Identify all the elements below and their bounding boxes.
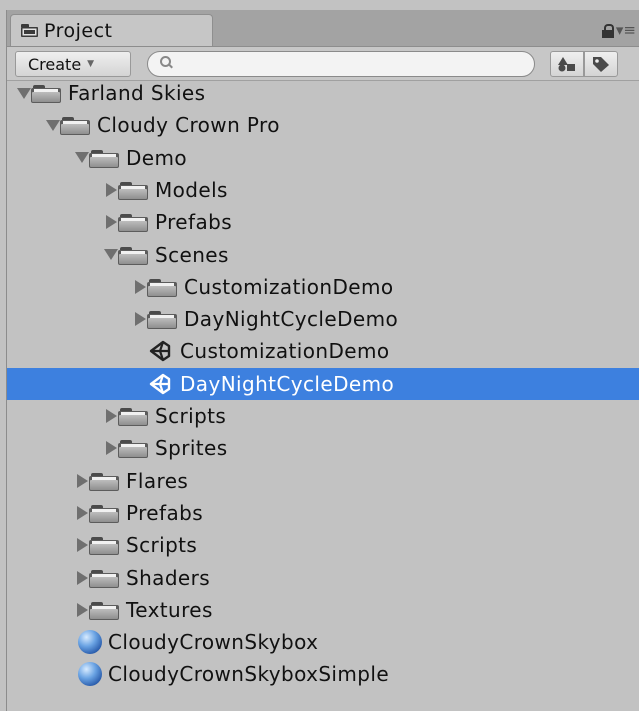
window-controls: ▾≡	[602, 18, 636, 42]
expanded-arrow-icon[interactable]	[16, 85, 32, 101]
tree-item-label: Prefabs	[155, 210, 233, 235]
tree-folder-item[interactable]: Demo	[7, 142, 639, 174]
window-menu-icon[interactable]: ▾≡	[616, 23, 636, 38]
search-icon	[160, 56, 171, 67]
folder-icon	[118, 244, 149, 266]
search-input[interactable]	[147, 51, 535, 77]
tree-item-label: CloudyCrownSkyboxSimple	[108, 662, 390, 687]
tree-item-label: Cloudy Crown Pro	[97, 113, 280, 138]
unity-scene-icon	[149, 341, 171, 362]
collapsed-arrow-icon[interactable]	[74, 505, 90, 521]
material-sphere-icon	[78, 630, 102, 655]
tree-item-label: CloudyCrownSkybox	[108, 630, 319, 655]
tree-item-label: Sprites	[155, 436, 228, 461]
collapsed-arrow-icon[interactable]	[74, 473, 90, 489]
folder-icon	[89, 147, 120, 169]
tree-item-label: Scripts	[155, 404, 227, 428]
filter-by-type-button[interactable]	[550, 51, 584, 77]
folder-icon	[89, 534, 120, 556]
tree-item-label: Scripts	[126, 533, 198, 558]
collapsed-arrow-icon[interactable]	[74, 537, 90, 553]
folder-icon	[89, 567, 120, 589]
filter-by-type-icon	[558, 57, 575, 72]
folder-icon	[89, 502, 120, 524]
tree-folder-item[interactable]: Farland Skies	[7, 77, 639, 109]
tree-folder-item[interactable]: Models	[7, 174, 639, 206]
folder-icon	[60, 114, 91, 136]
tree-folder-item[interactable]: CustomizationDemo	[7, 271, 639, 303]
tree-material-item[interactable]: CloudyCrownSkybox	[7, 626, 639, 658]
collapsed-arrow-icon[interactable]	[74, 602, 90, 618]
collapsed-arrow-icon[interactable]	[103, 440, 119, 456]
lock-icon[interactable]	[602, 24, 614, 38]
folder-icon	[31, 82, 62, 104]
create-button[interactable]: Create ▼	[15, 51, 131, 77]
collapsed-arrow-icon[interactable]	[132, 279, 148, 295]
tree-folder-item[interactable]: Flares	[7, 465, 639, 497]
folder-icon	[118, 179, 149, 201]
toolbar: Create ▼	[7, 47, 639, 81]
tab-strip: Project ▾≡	[7, 10, 639, 47]
tree-item-label: Demo	[126, 145, 188, 170]
folder-icon	[89, 470, 120, 492]
collapsed-arrow-icon[interactable]	[103, 214, 119, 230]
folder-icon	[118, 405, 149, 427]
tree-folder-item[interactable]: Sprites	[7, 432, 639, 464]
filter-by-label-button[interactable]	[584, 51, 618, 77]
tree-scene-item[interactable]: DayNightCycleDemo	[7, 367, 639, 400]
project-window: Project ▾≡ Create ▼ Farland Skies Cloudy…	[6, 10, 639, 711]
folder-icon	[147, 308, 178, 330]
tree-folder-item[interactable]: Prefabs	[7, 206, 639, 238]
collapsed-arrow-icon[interactable]	[103, 408, 119, 424]
tree-item-label: CustomizationDemo	[184, 274, 394, 299]
tab-project[interactable]: Project	[10, 14, 213, 46]
folder-icon	[89, 599, 120, 621]
material-sphere-icon	[78, 662, 102, 687]
dropdown-arrow-icon: ▼	[87, 59, 95, 69]
folder-icon	[21, 24, 38, 37]
create-button-label: Create	[28, 54, 82, 74]
tree-scene-item[interactable]: CustomizationDemo	[7, 335, 639, 367]
expanded-arrow-icon[interactable]	[45, 117, 61, 133]
tree-folder-item[interactable]: Cloudy Crown Pro	[7, 109, 639, 141]
tree-item-label: Flares	[126, 468, 189, 493]
tree-folder-item[interactable]: Scenes	[7, 239, 639, 271]
tree-item-label: DayNightCycleDemo	[184, 307, 399, 332]
folder-icon	[118, 437, 149, 459]
tab-title: Project	[44, 19, 113, 42]
tree-folder-item[interactable]: Prefabs	[7, 497, 639, 529]
tree-item-label: Textures	[126, 597, 213, 622]
tree-item-label: Shaders	[126, 565, 211, 590]
tree-folder-item[interactable]: Scripts	[7, 400, 639, 432]
expanded-arrow-icon[interactable]	[103, 247, 119, 263]
collapsed-arrow-icon[interactable]	[132, 311, 148, 327]
tree-item-label: DayNightCycleDemo	[180, 371, 395, 396]
folder-icon	[147, 276, 178, 298]
collapsed-arrow-icon[interactable]	[103, 182, 119, 198]
tree-item-label: CustomizationDemo	[180, 339, 390, 364]
folder-icon	[118, 211, 149, 233]
expanded-arrow-icon[interactable]	[74, 150, 90, 166]
tree-folder-item[interactable]: DayNightCycleDemo	[7, 303, 639, 335]
unity-scene-icon	[149, 373, 171, 394]
tree-item-label: Models	[155, 177, 228, 202]
tree-folder-item[interactable]: Scripts	[7, 529, 639, 561]
tree-material-item[interactable]: CloudyCrownSkyboxSimple	[7, 658, 639, 690]
tree-item-label: Prefabs	[126, 500, 204, 525]
collapsed-arrow-icon[interactable]	[74, 570, 90, 586]
tree-folder-item[interactable]: Shaders	[7, 562, 639, 594]
tree-folder-item[interactable]: Textures	[7, 594, 639, 626]
tree-item-label: Scenes	[155, 242, 229, 267]
label-tag-icon	[593, 57, 609, 72]
tree-item-label: Farland Skies	[68, 81, 206, 105]
